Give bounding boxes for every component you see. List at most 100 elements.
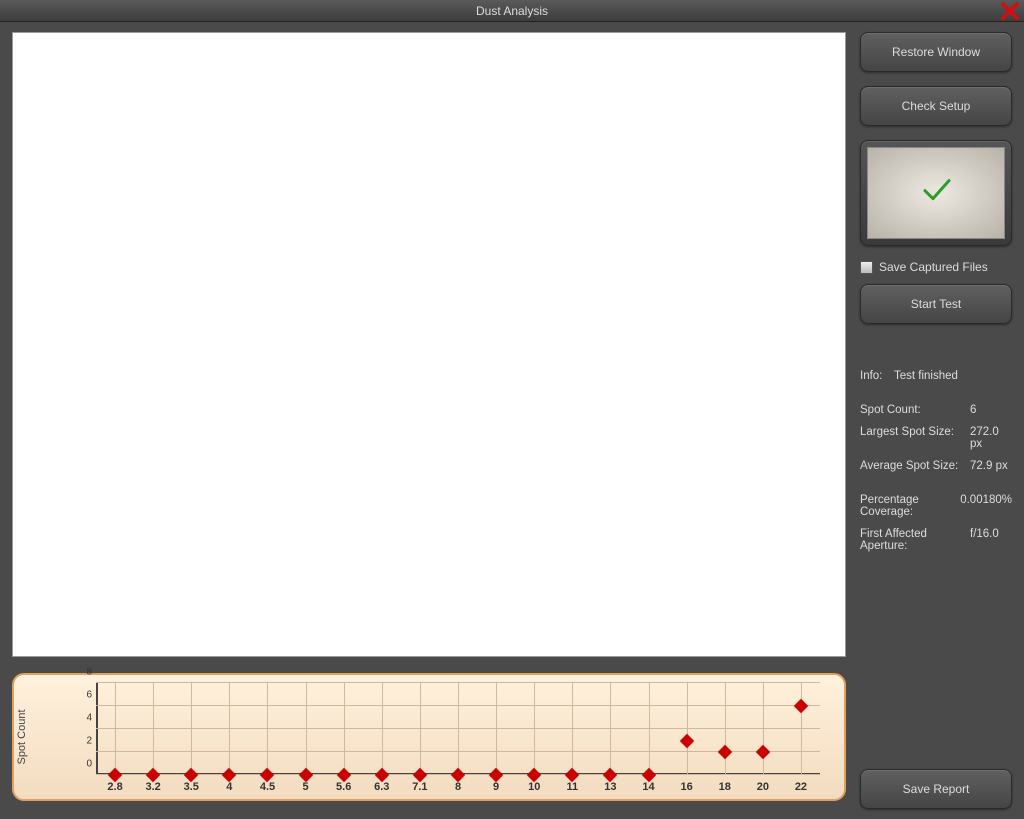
chart-xtick: 3.2 <box>146 781 161 793</box>
chart-xtick: 3.5 <box>184 781 199 793</box>
chart-gridline <box>801 683 802 775</box>
info-row: Spot Count:6 <box>860 404 1012 416</box>
chart-ylabel: Spot Count <box>16 709 28 764</box>
info-value: 6 <box>970 404 1012 416</box>
chart-plot-area: 024682.83.23.544.555.66.37.1891011131416… <box>78 683 828 775</box>
chart-ytick: 0 <box>78 759 92 770</box>
chart-marker <box>299 768 313 782</box>
chart-ytick: 4 <box>78 713 92 724</box>
main-column: Spot Count 0 2 4 6 8 2.8 3.2 3.5 4 4.5 5 5.6 6.3 7.1 8… <box>12 32 846 801</box>
info-row: Percentage Coverage:0.00180% <box>860 494 1012 518</box>
info-status-row: Info: Test finished <box>860 370 1012 382</box>
chart-xtick: 6.3 <box>374 781 389 793</box>
content-area: Spot Count 0 2 4 6 8 2.8 3.2 3.5 4 4.5 5 5.6 6.3 7.1 8… <box>0 22 1024 819</box>
chart-gridline <box>649 683 650 775</box>
chart-marker <box>375 768 389 782</box>
chart-xtick: 4.5 <box>260 781 275 793</box>
chart-xtick: 5 <box>303 781 309 793</box>
chart-marker <box>451 768 465 782</box>
chart-xtick: 8 <box>455 781 461 793</box>
check-setup-button[interactable]: Check Setup <box>860 86 1012 126</box>
info-value: 272.0 px <box>970 426 1012 450</box>
info-key: Spot Count: <box>860 404 970 416</box>
chart-gridline <box>229 683 230 775</box>
window-title: Dust Analysis <box>476 4 548 18</box>
capture-thumbnail <box>860 140 1012 246</box>
preview-canvas <box>12 32 846 657</box>
save-report-button[interactable]: Save Report <box>860 769 1012 809</box>
chart-xtick: 9 <box>493 781 499 793</box>
chart-gridline <box>763 683 764 775</box>
chart-xtick: 13 <box>604 781 616 793</box>
chart-gridline <box>153 683 154 775</box>
chart-marker <box>641 768 655 782</box>
chart-marker <box>337 768 351 782</box>
info-row: Average Spot Size:72.9 px <box>860 460 1012 472</box>
chart-marker <box>680 733 694 747</box>
chart-xtick: 22 <box>795 781 807 793</box>
chart-gridline <box>382 683 383 775</box>
save-captured-label: Save Captured Files <box>879 260 988 274</box>
chart-gridline <box>420 683 421 775</box>
chart-gridline <box>306 683 307 775</box>
info-value: Test finished <box>894 370 1012 382</box>
chart-marker <box>603 768 617 782</box>
info-value: f/16.0 <box>970 528 1012 552</box>
chart-gridline <box>115 683 116 775</box>
side-panel: Restore Window Check Setup Save Captured… <box>860 32 1012 809</box>
chart-xtick: 10 <box>528 781 540 793</box>
info-row: Largest Spot Size:272.0 px <box>860 426 1012 450</box>
save-captured-row[interactable]: Save Captured Files <box>860 260 1012 274</box>
info-value: 0.00180% <box>960 494 1012 518</box>
chart-gridline <box>572 683 573 775</box>
info-key: Average Spot Size: <box>860 460 970 472</box>
chart-y-axis <box>96 683 98 775</box>
chart-ytick: 2 <box>78 736 92 747</box>
info-value: 72.9 px <box>970 460 1012 472</box>
chart-ytick: 6 <box>78 690 92 701</box>
spot-count-chart: Spot Count 024682.83.23.544.555.66.37.18… <box>12 673 846 801</box>
chart-gridline <box>267 683 268 775</box>
chart-marker <box>489 768 503 782</box>
chart-xtick: 4 <box>226 781 232 793</box>
chart-gridline <box>534 683 535 775</box>
chart-gridline <box>458 683 459 775</box>
save-captured-checkbox[interactable] <box>860 261 873 274</box>
chart-marker <box>146 768 160 782</box>
chart-marker <box>718 745 732 759</box>
thumbnail-image <box>867 147 1005 239</box>
chart-marker <box>184 768 198 782</box>
chart-xtick: 18 <box>719 781 731 793</box>
info-block: Info: Test finished Spot Count:6Largest … <box>860 370 1012 552</box>
info-label: Info: <box>860 370 894 382</box>
chart-gridline <box>496 683 497 775</box>
chart-gridline <box>725 683 726 775</box>
chart-ytick: 8 <box>78 667 92 678</box>
chart-marker <box>565 768 579 782</box>
info-key: Largest Spot Size: <box>860 426 970 450</box>
chart-xtick: 16 <box>681 781 693 793</box>
chart-marker <box>794 699 808 713</box>
restore-window-button[interactable]: Restore Window <box>860 32 1012 72</box>
checkmark-icon <box>919 173 953 210</box>
chart-marker <box>222 768 236 782</box>
chart-marker <box>108 768 122 782</box>
chart-marker <box>527 768 541 782</box>
chart-marker <box>413 768 427 782</box>
chart-xtick: 20 <box>757 781 769 793</box>
info-row: First Affected Aperture:f/16.0 <box>860 528 1012 552</box>
chart-xtick: 2.8 <box>107 781 122 793</box>
chart-marker <box>756 745 770 759</box>
chart-xtick: 14 <box>642 781 654 793</box>
info-key: First Affected Aperture: <box>860 528 970 552</box>
chart-xtick: 5.6 <box>336 781 351 793</box>
chart-xtick: 7.1 <box>412 781 427 793</box>
chart-gridline <box>687 683 688 775</box>
close-icon[interactable] <box>998 0 1022 22</box>
start-test-button[interactable]: Start Test <box>860 284 1012 324</box>
info-key: Percentage Coverage: <box>860 494 960 518</box>
chart-xtick: 11 <box>566 781 578 793</box>
chart-marker <box>260 768 274 782</box>
chart-gridline <box>610 683 611 775</box>
chart-gridline <box>191 683 192 775</box>
